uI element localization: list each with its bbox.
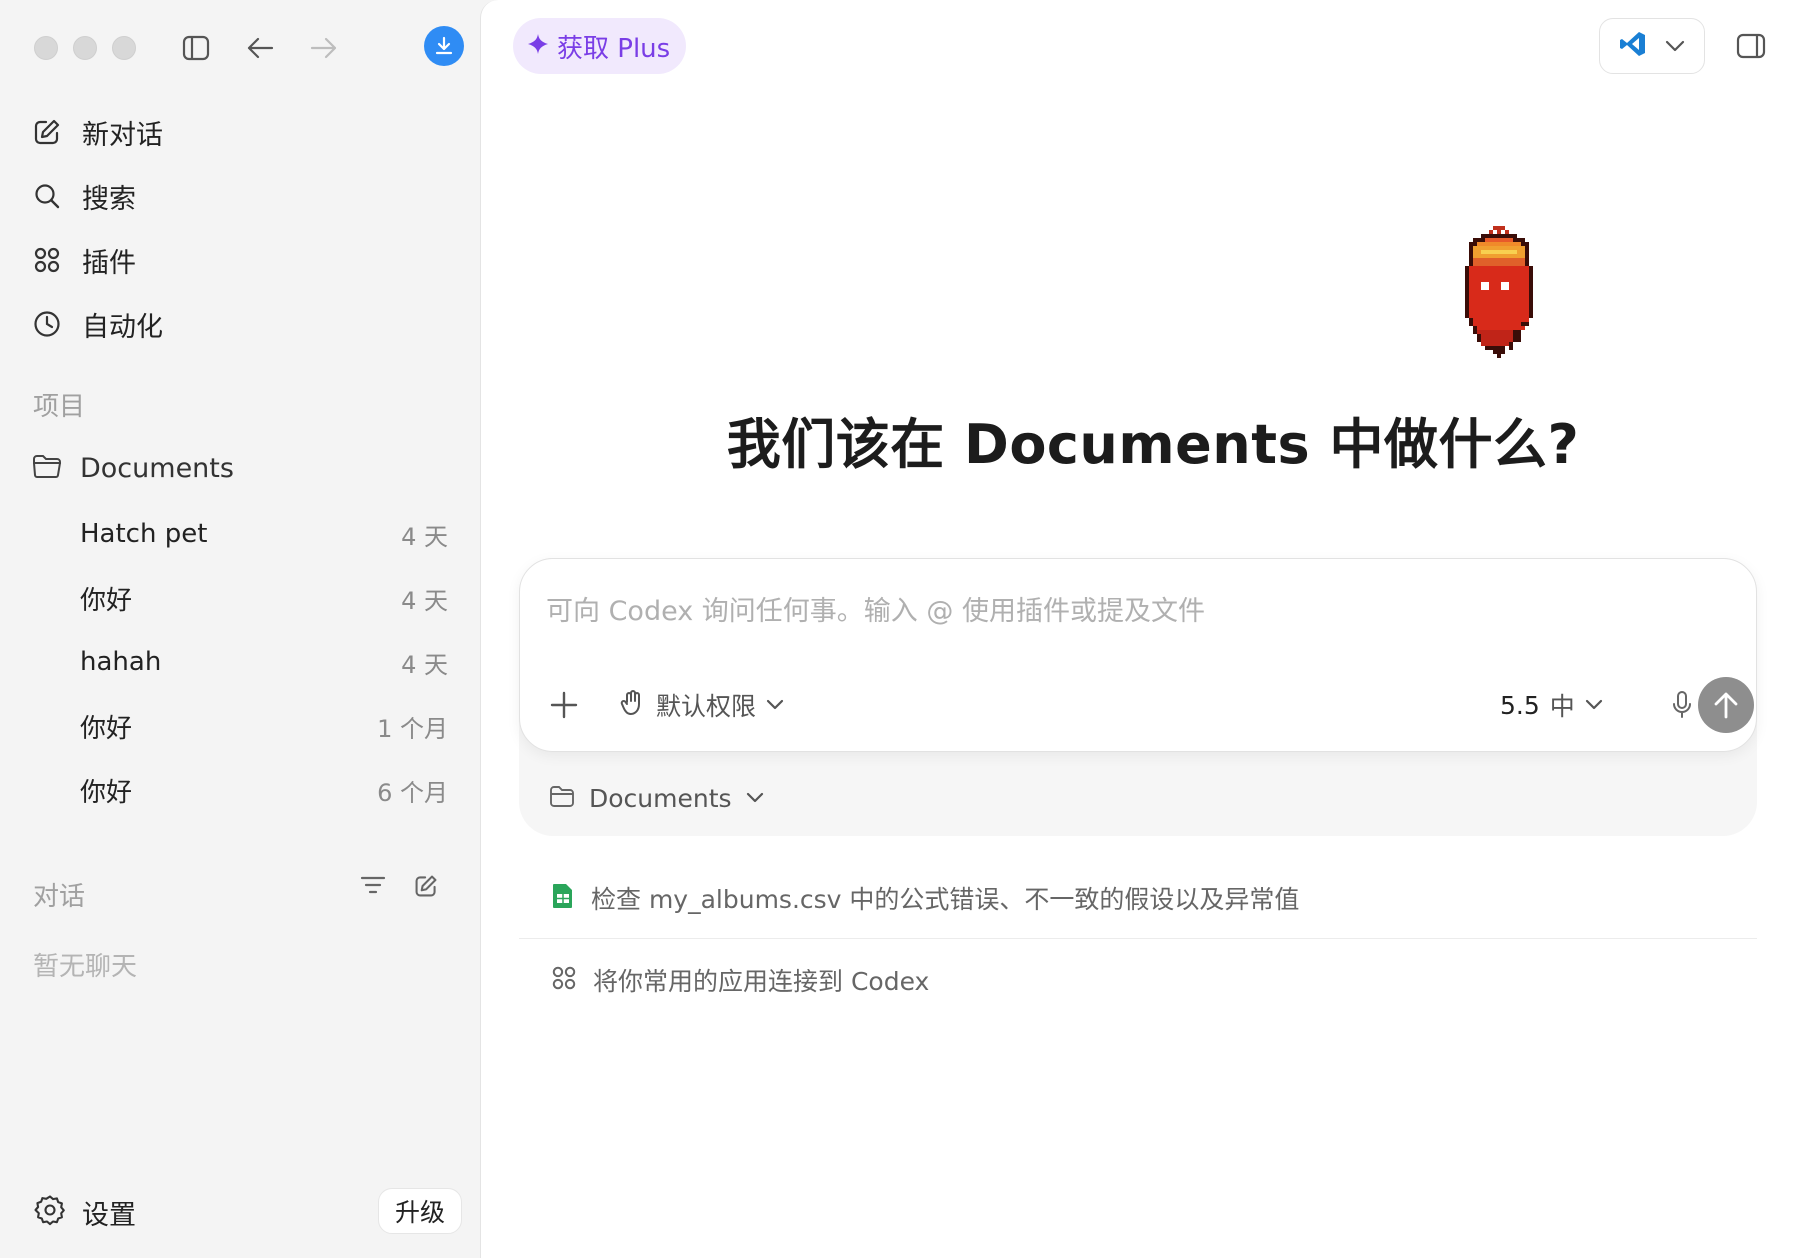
suggestion-item[interactable]: 将你常用的应用连接到 Codex	[519, 940, 1757, 1020]
thread-age: 4 天	[401, 586, 448, 615]
arrow-up-icon	[1714, 692, 1738, 719]
filter-icon[interactable]	[360, 874, 386, 902]
plus-icon	[550, 691, 578, 719]
chevron-down-icon	[766, 696, 784, 715]
minimize-window-button[interactable]	[73, 36, 97, 60]
suggestion-item[interactable]: 检查 my_albums.csv 中的公式错误、不一致的假设以及异常值	[519, 858, 1757, 938]
download-icon	[435, 36, 453, 55]
settings-label: 设置	[82, 1199, 136, 1231]
thread-age: 1 个月	[377, 714, 448, 743]
model-selector[interactable]: 5.5 中	[1500, 687, 1603, 723]
projects-section-title: 项目	[33, 392, 86, 422]
toggle-sidebar-icon[interactable]	[178, 30, 214, 66]
hand-icon	[620, 689, 646, 721]
main-panel: 获取 Plus 我们该在 Documents 中做什么? 可向 Codex 询问…	[480, 0, 1794, 1258]
divider	[519, 938, 1757, 939]
clock-icon	[32, 309, 62, 339]
suggestion-label: 检查 my_albums.csv 中的公式错误、不一致的假设以及异常值	[591, 885, 1300, 914]
sidebar-item-new-chat[interactable]: 新对话	[32, 100, 462, 164]
pixel-mascot-icon	[1461, 226, 1537, 362]
chevron-down-icon	[1665, 37, 1685, 56]
open-in-ide-button[interactable]	[1599, 18, 1705, 74]
thread-title: 你好	[80, 713, 133, 744]
folder-icon	[549, 785, 575, 811]
folder-icon	[32, 453, 62, 483]
sidebar-nav: 新对话 搜索 插件 自动化	[32, 100, 462, 356]
page-title: 我们该在 Documents 中做什么?	[726, 413, 1580, 476]
sidebar-item-label: 自动化	[82, 311, 163, 343]
conversations-section-title: 对话	[33, 882, 86, 912]
thread-age: 4 天	[401, 650, 448, 679]
spreadsheet-icon	[551, 882, 575, 914]
upgrade-button[interactable]: 升级	[378, 1188, 462, 1234]
back-arrow-icon[interactable]	[242, 30, 278, 66]
download-button[interactable]	[424, 26, 464, 66]
project-documents[interactable]: Documents	[32, 444, 234, 492]
sidebar-item-label: 插件	[82, 247, 136, 279]
close-window-button[interactable]	[34, 36, 58, 60]
folder-label: Documents	[589, 783, 732, 813]
permission-label: 默认权限	[656, 692, 757, 721]
settings-button[interactable]: 设置	[34, 1192, 136, 1232]
thread-title: Hatch pet	[80, 519, 208, 549]
sidebar-item-label: 搜索	[82, 183, 136, 215]
chevron-down-icon	[1585, 696, 1603, 715]
add-attachment-button[interactable]	[548, 689, 580, 721]
grid-icon	[32, 245, 62, 275]
thread-title: 你好	[80, 777, 133, 808]
grid-icon	[551, 965, 577, 995]
model-effort: 中	[1549, 692, 1575, 721]
get-plus-label: 获取 Plus	[557, 33, 671, 64]
conversation-tools	[360, 874, 438, 902]
sidebar-item-search[interactable]: 搜索	[32, 164, 462, 228]
list-item[interactable]: 你好 6 个月	[80, 758, 448, 822]
microphone-button[interactable]	[1664, 685, 1700, 725]
thread-list: Hatch pet 4 天 你好 4 天 hahah 4 天 你好 1 个月 你…	[80, 502, 448, 822]
composer: 可向 Codex 询问任何事。输入 @ 使用插件或提及文件 默认权限 5.5 中	[519, 558, 1757, 752]
chevron-down-icon	[746, 789, 764, 808]
prompt-input[interactable]: 可向 Codex 询问任何事。输入 @ 使用插件或提及文件	[546, 589, 1205, 628]
sidebar-item-automation[interactable]: 自动化	[32, 292, 462, 356]
compose-icon[interactable]	[414, 874, 438, 902]
sidebar-item-plugins[interactable]: 插件	[32, 228, 462, 292]
sidebar-item-label: 新对话	[82, 119, 163, 151]
compose-icon	[32, 117, 62, 147]
thread-title: hahah	[80, 647, 162, 677]
empty-conversations-text: 暂无聊天	[33, 952, 138, 982]
window-controls	[34, 36, 136, 60]
send-button[interactable]	[1698, 677, 1754, 733]
permission-selector[interactable]: 默认权限	[620, 687, 784, 723]
project-label: Documents	[80, 452, 234, 484]
toggle-right-panel-icon[interactable]	[1731, 28, 1771, 64]
vscode-icon	[1619, 30, 1647, 62]
sidebar: 新对话 搜索 插件 自动化 项目 Documents Hatch pet 4 天…	[0, 0, 480, 1258]
gear-icon	[34, 1194, 66, 1230]
sparkle-icon	[527, 33, 549, 59]
list-item[interactable]: 你好 4 天	[80, 566, 448, 630]
thread-title: 你好	[80, 585, 133, 616]
get-plus-button[interactable]: 获取 Plus	[513, 18, 687, 74]
app-window: 新对话 搜索 插件 自动化 项目 Documents Hatch pet 4 天…	[0, 0, 1794, 1258]
suggestion-label: 将你常用的应用连接到 Codex	[593, 967, 930, 996]
microphone-icon	[1673, 691, 1691, 718]
search-icon	[32, 181, 62, 211]
forward-arrow-icon[interactable]	[306, 30, 342, 66]
maximize-window-button[interactable]	[112, 36, 136, 60]
composer-container: 可向 Codex 询问任何事。输入 @ 使用插件或提及文件 默认权限 5.5 中	[519, 558, 1757, 836]
list-item[interactable]: 你好 1 个月	[80, 694, 448, 758]
thread-age: 6 个月	[377, 778, 448, 807]
model-version: 5.5	[1500, 690, 1540, 720]
list-item[interactable]: Hatch pet 4 天	[80, 502, 448, 566]
thread-age: 4 天	[401, 522, 448, 551]
workspace-folder-selector[interactable]: Documents	[549, 778, 764, 818]
list-item[interactable]: hahah 4 天	[80, 630, 448, 694]
